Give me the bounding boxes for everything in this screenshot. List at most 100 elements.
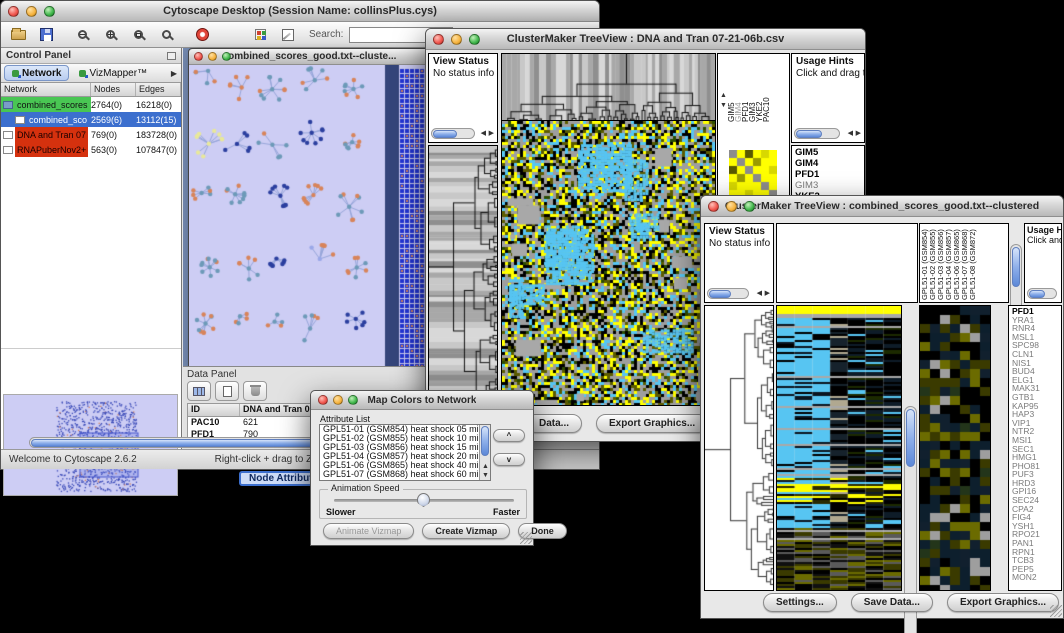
animate-vizmap-button[interactable]: Animate Vizmap [323,523,414,539]
gene-label[interactable]: GIM5 [795,147,864,158]
tv2-status-scrollbar[interactable] [707,288,749,299]
view-status-title: View Status [709,226,765,237]
tv2-hints-scrollbar[interactable] [1027,288,1057,299]
scroll-up-icon[interactable]: ▲ [482,463,489,470]
tv2-row-dendrogram[interactable] [704,305,774,591]
control-panel-tabs: Network VizMapper™ ▶ [1,64,181,83]
gene-label[interactable]: PFD1 [795,169,864,180]
scroll-left-icon[interactable]: ◀ [757,290,762,297]
view-status-text: No status info f [433,68,497,79]
dialog-titlebar[interactable]: Map Colors to Network [311,391,533,410]
tv2-usage-hints-panel: Usage HiClick and [1024,223,1062,303]
slower-label: Slower [326,507,356,517]
network-icon [3,131,13,139]
scroll-right-icon[interactable]: ▶ [489,130,494,137]
minimize-button[interactable] [26,6,37,17]
tv2-settings-button[interactable]: Settings... [763,593,837,612]
network-view-titlebar[interactable]: combined_scores_good.txt--cluste... [189,49,430,65]
list-scrollbar[interactable]: ▲ ▼ [479,425,490,480]
tv1-export-graphics-button[interactable]: Export Graphics... [596,414,708,433]
move-up-button[interactable]: ^ [493,429,525,442]
faster-label: Faster [493,507,520,517]
tv2-export-graphics-button[interactable]: Export Graphics... [947,593,1059,612]
zoom-button[interactable] [222,52,231,61]
zoom-fit-button[interactable] [125,24,151,46]
control-panel-tab[interactable]: Network [4,65,69,81]
zoom-button[interactable] [469,34,480,45]
tv2-gene-list[interactable]: PFD1YRA1RNR4MSL1SPC98CLN1NIS1BUD4ELG1MAK… [1008,305,1062,591]
gene-label[interactable]: GIM4 [795,158,864,169]
scroll-up-icon[interactable]: ▲ [720,92,727,99]
annotation-button[interactable] [275,24,301,46]
new-attribute-button[interactable] [215,381,239,401]
gene-label[interactable]: GIM3 [795,180,864,191]
zoom-out-button[interactable] [69,24,95,46]
zoom-in-button[interactable] [97,24,123,46]
close-button[interactable] [708,201,719,212]
map-colors-dialog: Map Colors to Network Attribute List GPL… [310,390,534,546]
close-button[interactable] [318,395,328,405]
attribute-select-button[interactable] [187,381,211,401]
undock-icon[interactable] [167,52,176,60]
treeview2-titlebar[interactable]: ClusterMaker TreeView : combined_scores_… [701,196,1063,217]
network-table-row[interactable]: DNA and Tran 07 769(0) 183728(0) [1,127,181,142]
tv1-column-dendrogram[interactable] [501,53,716,121]
tv2-save-data-button[interactable]: Save Data... [851,593,933,612]
tv1-view-status-panel: View StatusNo status info f ◀ ▶ [428,53,498,143]
network-canvas[interactable] [189,65,430,367]
document-icon [223,386,232,397]
minimize-button[interactable] [451,34,462,45]
gene-label[interactable]: MON2 [1012,573,1061,582]
scroll-right-icon[interactable]: ▶ [765,290,770,297]
zoom-selected-button[interactable] [153,24,179,46]
create-vizmap-button[interactable]: Create Vizmap [422,523,510,539]
control-panel-tab[interactable]: VizMapper™ [72,65,154,81]
scroll-right-icon[interactable]: ▶ [856,130,861,137]
close-button[interactable] [8,6,19,17]
tv1-save-data-button[interactable]: Data... [526,414,582,433]
network-table-row[interactable]: RNAPuberNov2+ 563(0) 107847(0) [1,142,181,157]
minimize-button[interactable] [208,52,217,61]
scroll-down-icon[interactable]: ▼ [720,102,727,109]
close-button[interactable] [433,34,444,45]
minimize-button[interactable] [333,395,343,405]
move-down-button[interactable]: v [493,453,525,466]
scroll-left-icon[interactable]: ◀ [848,130,853,137]
tv1-row-dendrogram[interactable] [428,145,498,406]
tv2-zoom-heatmap[interactable] [919,305,991,591]
scroll-left-icon[interactable]: ◀ [481,130,486,137]
tv1-heatmap[interactable] [501,121,716,406]
usage-hints-title: Usage Hints [796,56,854,67]
treeview1-titlebar[interactable]: ClusterMaker TreeView : DNA and Tran 07-… [426,29,865,50]
tv1-status-scrollbar[interactable] [431,128,475,139]
zoom-button[interactable] [44,6,55,17]
minimize-button[interactable] [726,201,737,212]
save-disk-icon [40,28,53,41]
tv2-heatmap[interactable] [776,305,902,591]
help-button[interactable] [189,24,215,46]
tv2-column-labels: GPL51-01 (GSM854)GPL51-02 (GSM855)GPL51-… [920,224,1008,300]
attribute-list-item[interactable]: GPL51-07 (GSM868) heat shock 60 min [320,470,490,479]
tv1-hints-scrollbar[interactable] [794,128,840,139]
trash-icon [251,387,260,396]
scroll-down-icon[interactable]: ▼ [482,472,489,479]
zoom-button[interactable] [348,395,358,405]
tab-overflow-arrow[interactable]: ▶ [171,69,177,78]
close-button[interactable] [194,52,203,61]
open-file-button[interactable] [5,24,31,46]
table-icon [193,387,205,396]
resize-grip[interactable] [520,532,532,544]
delete-attribute-button[interactable] [243,381,267,401]
attribute-listbox[interactable]: GPL51-01 (GSM854) heat shock 05 minGPL51… [319,424,491,481]
network-table-row[interactable]: combined_sco 2569(6) 13112(15) [1,112,181,127]
resize-grip[interactable] [1050,605,1062,617]
tv1-mini-heatmap[interactable] [729,150,777,198]
network-table-row[interactable]: combined_scores 2764(0) 16218(0) [1,97,181,112]
tv2-column-labels-panel: GPL51-01 (GSM854)GPL51-02 (GSM855)GPL51-… [919,223,1009,303]
save-button[interactable] [33,24,59,46]
speed-slider-thumb[interactable] [417,493,430,507]
zoom-button[interactable] [744,201,755,212]
vizmapper-button[interactable] [247,24,273,46]
network-icon [3,146,13,154]
main-titlebar[interactable]: Cytoscape Desktop (Session Name: collins… [1,1,599,22]
